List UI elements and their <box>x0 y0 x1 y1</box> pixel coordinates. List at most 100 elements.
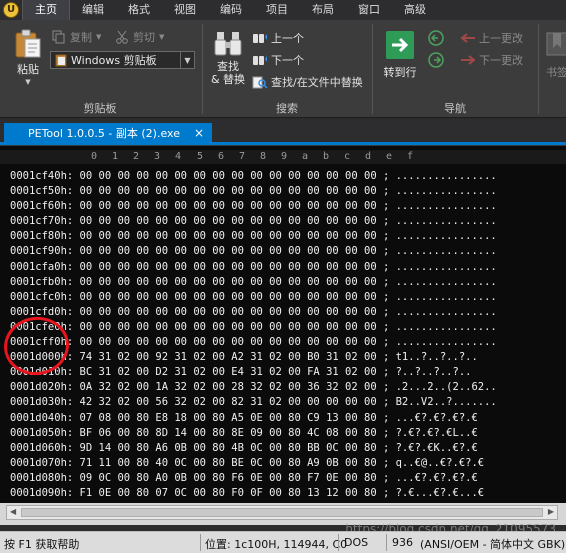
hex-column-label: c <box>344 151 351 162</box>
paste-label: 粘贴 <box>17 63 39 76</box>
hex-column-label: f <box>407 151 414 162</box>
status-divider <box>386 534 387 551</box>
scroll-left-icon[interactable]: ◀ <box>10 507 16 516</box>
status-line-ending[interactable]: DOS <box>344 536 368 549</box>
hex-row[interactable]: 0001cfd0h: 00 00 00 00 00 00 00 00 00 00… <box>10 305 550 320</box>
forward-nav-button[interactable] <box>428 52 444 71</box>
hex-row[interactable]: 0001d040h: 07 08 00 80 E8 18 00 80 A5 0E… <box>10 411 550 426</box>
paste-icon <box>15 29 41 58</box>
hex-column-label: b <box>323 151 330 162</box>
hex-row[interactable]: 0001cff0h: 00 00 00 00 00 00 00 00 00 00… <box>10 335 550 350</box>
hex-row[interactable]: 0001cfa0h: 00 00 00 00 00 00 00 00 00 00… <box>10 260 550 275</box>
menu-window[interactable]: 窗口 <box>346 0 392 20</box>
prev-change-button[interactable]: 上一更改 <box>460 30 523 46</box>
status-divider <box>338 534 339 551</box>
hex-row[interactable]: 0001d080h: 09 0C 00 80 A0 0B 00 80 F6 0E… <box>10 471 550 486</box>
back-nav-button[interactable] <box>428 30 444 49</box>
status-bar: 按 F1 获取帮助 位置: 1c100H, 114944, C0 DOS 936… <box>0 531 566 553</box>
menu-home[interactable]: 主页 <box>22 0 70 20</box>
horizontal-scrollbar[interactable]: ◀ ▶ <box>6 505 558 520</box>
menu-edit[interactable]: 编辑 <box>70 0 116 20</box>
next-change-button[interactable]: 下一更改 <box>460 52 523 68</box>
hex-column-label: 0 <box>91 151 98 162</box>
arrow-left-icon <box>460 33 475 43</box>
hex-column-label: 9 <box>281 151 288 162</box>
menu-layout[interactable]: 布局 <box>300 0 346 20</box>
hex-row[interactable]: 0001cf90h: 00 00 00 00 00 00 00 00 00 00… <box>10 244 550 259</box>
menu-encoding[interactable]: 编码 <box>208 0 254 20</box>
hex-column-label: 7 <box>239 151 246 162</box>
hex-row[interactable]: 0001cfc0h: 00 00 00 00 00 00 00 00 00 00… <box>10 290 550 305</box>
find-prev-button[interactable]: 上一个 <box>252 30 304 46</box>
hex-row[interactable]: 0001d070h: 71 11 00 80 40 0C 00 80 BE 0C… <box>10 456 550 471</box>
navigation-group: 转到行 上一更改 下一更改 导航 <box>374 20 536 118</box>
hex-row[interactable]: 0001cfb0h: 00 00 00 00 00 00 00 00 00 00… <box>10 275 550 290</box>
bookmark-label: 书签 <box>546 66 566 79</box>
find-in-files-label: 查找/在文件中替换 <box>271 76 363 89</box>
cut-button[interactable]: 剪切 ▼ <box>115 29 164 45</box>
bookmarks-group: 书签 <box>540 20 566 118</box>
hex-column-label: d <box>365 151 372 162</box>
hex-content[interactable]: 0001cf40h: 00 00 00 00 00 00 00 00 00 00… <box>10 169 550 501</box>
scissors-icon <box>116 30 128 44</box>
hex-column-label: 3 <box>154 151 161 162</box>
status-codepage[interactable]: 936 <box>392 536 413 549</box>
hex-row[interactable]: 0001cfe0h: 00 00 00 00 00 00 00 00 00 00… <box>10 320 550 335</box>
hex-column-header: 0 1 2 3 4 5 6 7 8 9 a b c d e f <box>0 150 566 164</box>
status-encoding[interactable]: (ANSI/OEM - 简体中文 GBK) <box>420 536 565 552</box>
cut-dropdown-icon[interactable]: ▼ <box>159 33 164 41</box>
hex-row[interactable]: 0001d060h: 9D 14 00 80 A6 0B 00 80 4B 0C… <box>10 441 550 456</box>
clipboard-group: 粘贴 ▼ 复制 ▼ 剪切 ▼ Windows 剪贴板 ▼ 剪贴板 <box>0 20 200 118</box>
search-group: 查找 & 替换 上一个 下一个 查找/在文件中替换 搜索 <box>204 20 370 118</box>
scroll-right-icon[interactable]: ▶ <box>548 507 554 516</box>
hex-row[interactable]: 0001d020h: 0A 32 02 00 1A 32 02 00 28 32… <box>10 380 550 395</box>
find-replace-button[interactable]: 查找 & 替换 <box>208 28 248 86</box>
hex-column-label: 6 <box>218 151 225 162</box>
copy-label: 复制 <box>70 31 92 44</box>
hex-editor[interactable]: 0 1 2 3 4 5 6 7 8 9 a b c d e f 0001cf40… <box>0 145 566 525</box>
ribbon-divider <box>372 24 373 114</box>
copy-button[interactable]: 复制 ▼ <box>52 29 101 45</box>
hex-row[interactable]: 0001cf40h: 00 00 00 00 00 00 00 00 00 00… <box>10 169 550 184</box>
menu-format[interactable]: 格式 <box>116 0 162 20</box>
ribbon-divider <box>538 24 539 114</box>
hex-row[interactable]: 0001cf60h: 00 00 00 00 00 00 00 00 00 00… <box>10 199 550 214</box>
hex-column-label: a <box>302 151 309 162</box>
menu-advanced[interactable]: 高级 <box>392 0 438 20</box>
hex-row[interactable]: 0001cf50h: 00 00 00 00 00 00 00 00 00 00… <box>10 184 550 199</box>
goto-line-button[interactable]: 转到行 <box>378 30 422 79</box>
document-tab[interactable]: PETool 1.0.0.5 - 副本 (2).exe × <box>4 123 212 142</box>
clipboard-select[interactable]: Windows 剪贴板 ▼ <box>50 51 195 69</box>
app-logo-icon[interactable]: U <box>0 0 22 20</box>
hex-row[interactable]: 0001d000h: 74 31 02 00 92 31 02 00 A2 31… <box>10 350 550 365</box>
menu-project[interactable]: 项目 <box>254 0 300 20</box>
copy-dropdown-icon[interactable]: ▼ <box>96 33 101 41</box>
clipboard-select-value: Windows 剪贴板 <box>71 54 157 67</box>
cut-label: 剪切 <box>133 31 155 44</box>
copy-icon <box>52 30 65 44</box>
paste-button[interactable]: 粘贴 ▼ <box>10 28 46 89</box>
hex-row[interactable]: 0001d030h: 42 32 02 00 56 32 02 00 82 31… <box>10 395 550 410</box>
menu-view[interactable]: 视图 <box>162 0 208 20</box>
binoculars-icon <box>214 32 242 56</box>
next-change-label: 下一更改 <box>479 54 523 67</box>
hex-column-label: 1 <box>112 151 119 162</box>
hex-row[interactable]: 0001d010h: BC 31 02 00 D2 31 02 00 E4 31… <box>10 365 550 380</box>
paste-dropdown-icon[interactable]: ▼ <box>25 76 30 89</box>
hex-row[interactable]: 0001d090h: F1 0E 00 80 07 0C 00 80 F0 0F… <box>10 486 550 501</box>
hex-row[interactable]: 0001cf80h: 00 00 00 00 00 00 00 00 00 00… <box>10 229 550 244</box>
close-icon[interactable]: × <box>194 126 204 140</box>
find-in-files-button[interactable]: 查找/在文件中替换 <box>252 74 363 90</box>
status-position: 位置: 1c100H, 114944, C0 <box>205 538 348 551</box>
bookmark-button[interactable]: 书签 <box>542 30 566 79</box>
find-replace-label-2: & 替换 <box>210 73 246 86</box>
hex-row[interactable]: 0001d050h: BF 06 00 80 8D 14 00 80 8E 09… <box>10 426 550 441</box>
navigation-group-label: 导航 <box>444 102 466 115</box>
arrow-left-circle-icon <box>428 30 444 46</box>
find-next-button[interactable]: 下一个 <box>252 52 304 68</box>
hex-row[interactable]: 0001cf70h: 00 00 00 00 00 00 00 00 00 00… <box>10 214 550 229</box>
chevron-down-icon[interactable]: ▼ <box>180 52 194 68</box>
document-tab-title: PETool 1.0.0.5 - 副本 (2).exe <box>28 126 180 140</box>
scrollbar-thumb[interactable] <box>21 508 543 517</box>
arrow-right-icon <box>461 55 476 65</box>
